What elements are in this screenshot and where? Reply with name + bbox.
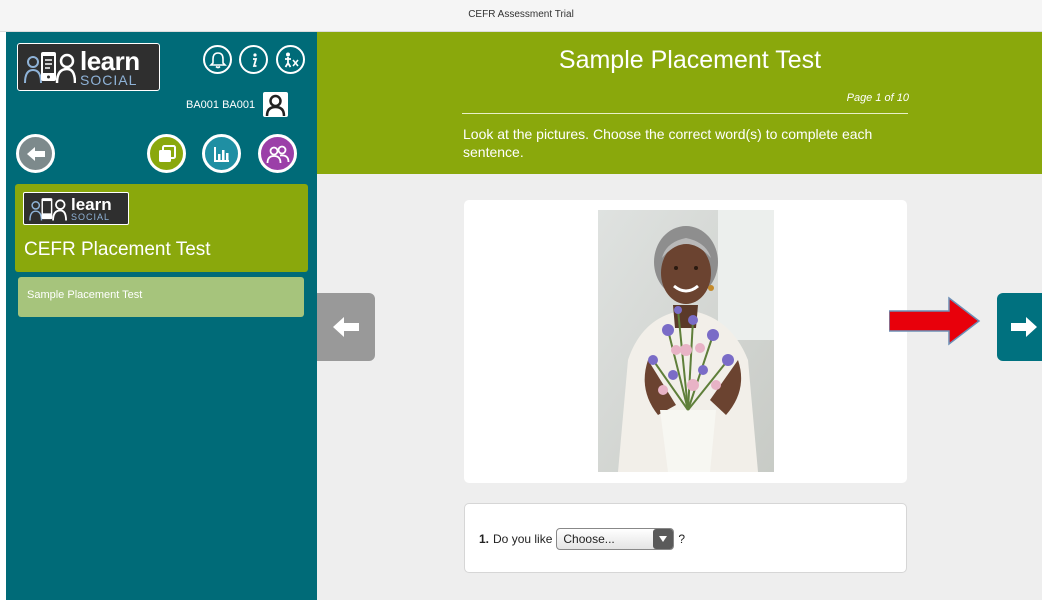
test-header: Sample Placement Test Page 1 of 10 Look … xyxy=(317,32,1042,174)
back-button[interactable] xyxy=(16,134,55,173)
question-number: 1. xyxy=(479,532,490,546)
course-logo: learn SOCIAL xyxy=(23,192,129,225)
group-icon xyxy=(266,145,289,163)
logo-word: learn xyxy=(80,45,140,76)
highlight-arrow-icon xyxy=(889,296,981,346)
image-card xyxy=(464,200,907,483)
sidebar: learn SOCIAL BA001 BA001 learn SOCIAL CE… xyxy=(6,32,317,600)
question-prefix: Do you like xyxy=(493,532,553,546)
stats-icon xyxy=(213,146,229,162)
window-titlebar: CEFR Assessment Trial xyxy=(0,0,1042,32)
course-title: CEFR Placement Test xyxy=(24,239,211,260)
logo-mark-icon xyxy=(29,197,67,221)
back-arrow-icon xyxy=(26,146,45,161)
app-window: CEFR Assessment Trial learn SOCIAL BA001… xyxy=(0,0,1042,600)
user-info: BA001 BA001 xyxy=(186,92,289,117)
left-arrow-icon xyxy=(333,317,359,337)
logo-mark-icon xyxy=(24,49,77,85)
course-card[interactable]: learn SOCIAL CEFR Placement Test xyxy=(15,184,308,272)
question-row: 1. Do you like Choose... ? xyxy=(479,528,685,550)
question-card: 1. Do you like Choose... ? xyxy=(464,503,907,573)
page-title: Sample Placement Test xyxy=(558,46,822,74)
woman-with-flowers-image xyxy=(598,210,774,472)
lesson-label: Sample Placement Test xyxy=(27,289,143,301)
next-page-button[interactable] xyxy=(997,293,1042,361)
answer-select[interactable]: Choose... xyxy=(556,528,675,550)
instructions: Look at the pictures. Choose the correct… xyxy=(463,126,873,160)
logo-subword: SOCIAL xyxy=(80,71,138,88)
course-logo-word: learn xyxy=(71,194,112,214)
community-button[interactable] xyxy=(258,134,297,173)
user-id: BA001 BA001 xyxy=(186,98,256,111)
learn-social-logo[interactable]: learn SOCIAL xyxy=(17,43,160,91)
question-suffix: ? xyxy=(678,532,686,546)
previous-page-button[interactable] xyxy=(317,293,375,361)
courses-button[interactable] xyxy=(147,134,186,173)
question-area: 1. Do you like Choose... ? xyxy=(317,174,1042,600)
answer-select-value: Choose... xyxy=(563,532,615,546)
header-divider xyxy=(462,113,908,114)
copies-icon xyxy=(158,144,176,162)
accessibility-icon[interactable] xyxy=(276,45,305,74)
page-indicator: Page 1 of 10 xyxy=(846,92,909,104)
course-logo-subword: SOCIAL xyxy=(71,211,111,222)
bell-icon[interactable] xyxy=(203,45,232,74)
info-icon[interactable] xyxy=(239,45,268,74)
chevron-down-icon xyxy=(653,529,674,549)
lesson-item[interactable]: Sample Placement Test xyxy=(18,277,304,317)
avatar[interactable] xyxy=(263,92,289,117)
window-title: CEFR Assessment Trial xyxy=(468,9,574,20)
right-arrow-icon xyxy=(1010,317,1037,337)
progress-button[interactable] xyxy=(202,134,241,173)
